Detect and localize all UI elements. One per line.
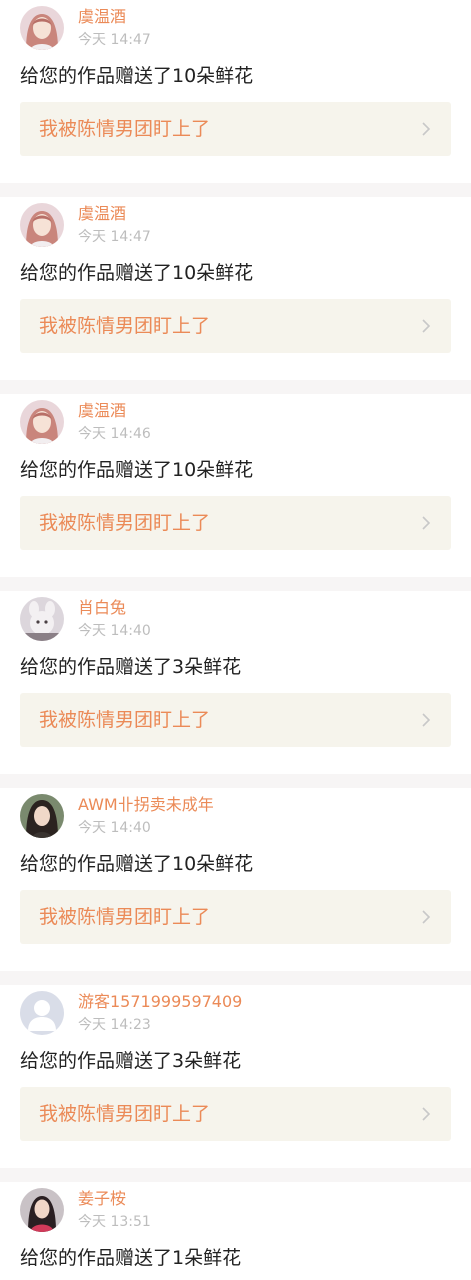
- timestamp: 今天 14:23: [78, 1017, 151, 1033]
- chevron-right-icon: [422, 319, 431, 333]
- avatar-girl-pink-hair-icon: [20, 203, 64, 247]
- notification-card: 姜子桉 今天 13:51 给您的作品赠送了1朵鲜花: [0, 1182, 471, 1280]
- username[interactable]: 虞温酒: [78, 203, 126, 225]
- timestamp: 今天 13:51: [78, 1214, 151, 1230]
- timestamp: 今天 14:40: [78, 623, 151, 639]
- chevron-right-icon: [422, 910, 431, 924]
- work-title: 我被陈情男团盯上了: [39, 709, 211, 731]
- chevron-right-icon: [422, 1107, 431, 1121]
- work-title: 我被陈情男团盯上了: [39, 512, 211, 534]
- notification-card: 游客1571999597409 今天 14:23 给您的作品赠送了3朵鲜花 我被…: [0, 985, 471, 1168]
- notification-card: 肖白兔 今天 14:40 给您的作品赠送了3朵鲜花 我被陈情男团盯上了: [0, 591, 471, 774]
- gift-message: 给您的作品赠送了10朵鲜花: [20, 853, 254, 875]
- work-link-button[interactable]: 我被陈情男团盯上了: [20, 299, 451, 353]
- chevron-right-icon: [422, 713, 431, 727]
- username[interactable]: AWM卝拐卖未成年: [78, 794, 214, 816]
- gift-message: 给您的作品赠送了10朵鲜花: [20, 65, 254, 87]
- username[interactable]: 游客1571999597409: [78, 991, 242, 1013]
- work-link-button[interactable]: 我被陈情男团盯上了: [20, 496, 451, 550]
- timestamp: 今天 14:47: [78, 229, 151, 245]
- timestamp: 今天 14:46: [78, 426, 151, 442]
- work-title: 我被陈情男团盯上了: [39, 118, 211, 140]
- notification-card: 虞温酒 今天 14:47 给您的作品赠送了10朵鲜花 我被陈情男团盯上了: [0, 0, 471, 183]
- work-link-button[interactable]: 我被陈情男团盯上了: [20, 102, 451, 156]
- work-title: 我被陈情男团盯上了: [39, 315, 211, 337]
- work-title: 我被陈情男团盯上了: [39, 1103, 211, 1125]
- user-avatar[interactable]: [20, 794, 64, 838]
- user-avatar[interactable]: [20, 400, 64, 444]
- avatar-girl-pink-hair-icon: [20, 6, 64, 50]
- username[interactable]: 肖白兔: [78, 597, 126, 619]
- avatar-girl-dark-hair-icon: [20, 794, 64, 838]
- gift-message: 给您的作品赠送了3朵鲜花: [20, 1050, 242, 1072]
- gift-message: 给您的作品赠送了1朵鲜花: [20, 1247, 242, 1269]
- gift-message: 给您的作品赠送了10朵鲜花: [20, 262, 254, 284]
- work-link-button[interactable]: 我被陈情男团盯上了: [20, 693, 451, 747]
- user-avatar[interactable]: [20, 991, 64, 1035]
- user-avatar[interactable]: [20, 597, 64, 641]
- notification-card: AWM卝拐卖未成年 今天 14:40 给您的作品赠送了10朵鲜花 我被陈情男团盯…: [0, 788, 471, 971]
- gift-message: 给您的作品赠送了3朵鲜花: [20, 656, 242, 678]
- username[interactable]: 虞温酒: [78, 6, 126, 28]
- work-link-button[interactable]: 我被陈情男团盯上了: [20, 890, 451, 944]
- gift-message: 给您的作品赠送了10朵鲜花: [20, 459, 254, 481]
- chevron-right-icon: [422, 516, 431, 530]
- avatar-girl-pink-hair-icon: [20, 400, 64, 444]
- work-title: 我被陈情男团盯上了: [39, 906, 211, 928]
- username[interactable]: 虞温酒: [78, 400, 126, 422]
- notification-card: 虞温酒 今天 14:46 给您的作品赠送了10朵鲜花 我被陈情男团盯上了: [0, 394, 471, 577]
- timestamp: 今天 14:47: [78, 32, 151, 48]
- avatar-default-guest-icon: [20, 991, 64, 1035]
- chevron-right-icon: [422, 122, 431, 136]
- username[interactable]: 姜子桉: [78, 1188, 126, 1210]
- work-link-button[interactable]: 我被陈情男团盯上了: [20, 1087, 451, 1141]
- notification-card: 虞温酒 今天 14:47 给您的作品赠送了10朵鲜花 我被陈情男团盯上了: [0, 197, 471, 380]
- user-avatar[interactable]: [20, 1188, 64, 1232]
- user-avatar[interactable]: [20, 203, 64, 247]
- timestamp: 今天 14:40: [78, 820, 151, 836]
- avatar-plush-toy-icon: [20, 597, 64, 641]
- user-avatar[interactable]: [20, 6, 64, 50]
- avatar-girl-red-icon: [20, 1188, 64, 1232]
